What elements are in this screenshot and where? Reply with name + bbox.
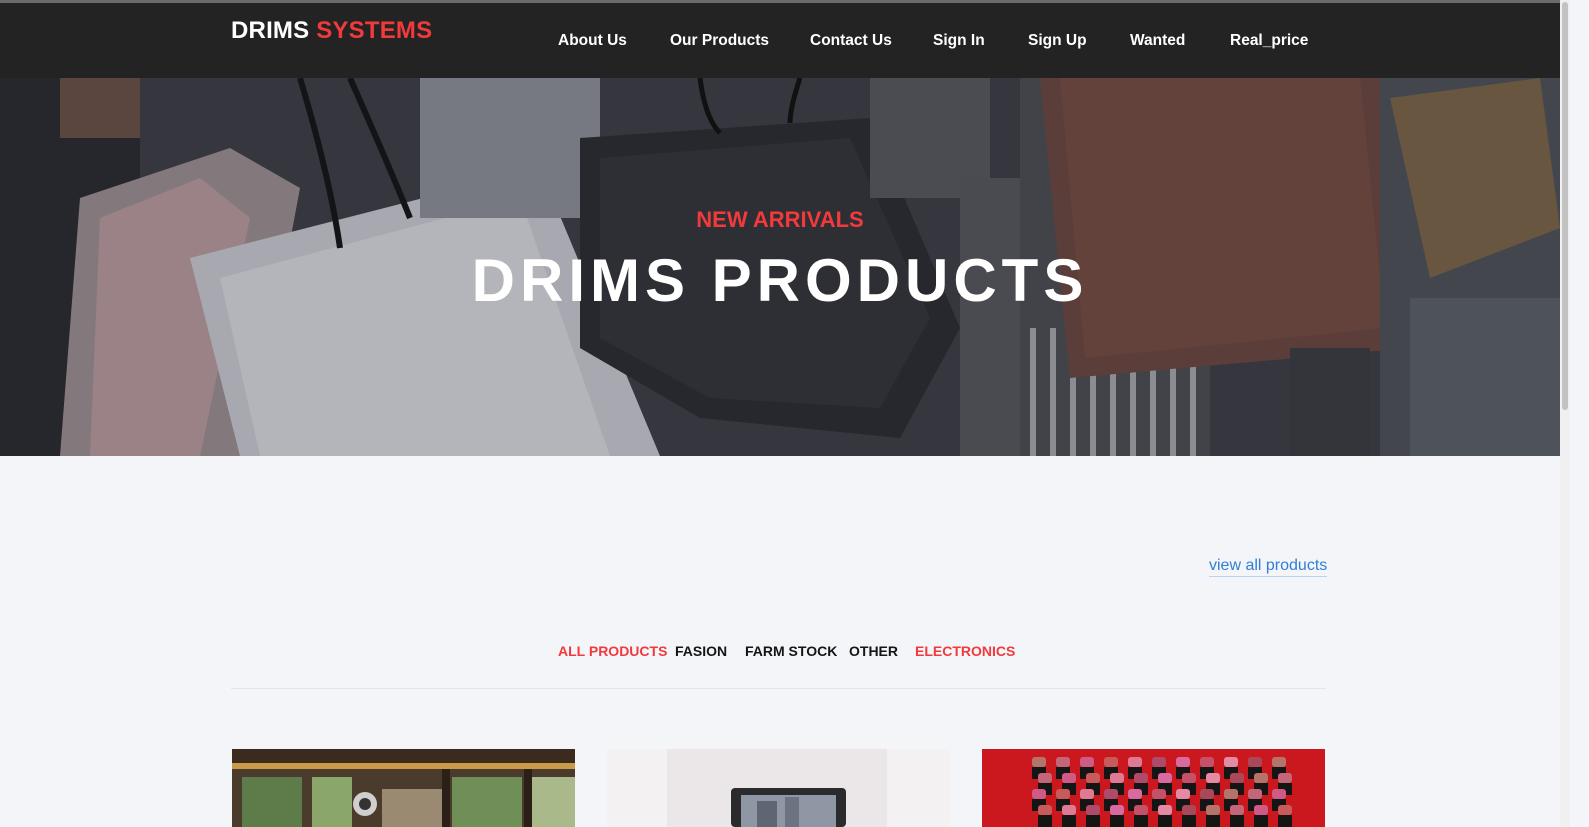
product-image: [607, 749, 950, 827]
product-card[interactable]: [232, 749, 575, 827]
hero-title: DRIMS PRODUCTS: [471, 247, 1089, 314]
brand-logo[interactable]: DRIMS SYSTEMS: [231, 17, 432, 45]
nav-sign-in[interactable]: Sign In: [933, 32, 985, 50]
section-divider: [231, 688, 1326, 689]
product-image: [982, 749, 1325, 827]
product-card[interactable]: [607, 749, 950, 827]
brand-logo-primary: DRIMS: [231, 17, 310, 44]
product-card[interactable]: [982, 749, 1325, 827]
nav-contact-us[interactable]: Contact Us: [810, 32, 892, 50]
nav-real-price[interactable]: Real_price: [1230, 32, 1308, 50]
top-navbar: DRIMS SYSTEMS About Us Our Products Cont…: [0, 3, 1560, 78]
hero-kicker: NEW ARRIVALS: [696, 207, 864, 232]
page-scrollbar-thumb[interactable]: [1562, 2, 1568, 410]
filter-farm-stock[interactable]: FARM STOCK: [745, 643, 837, 659]
nav-wanted[interactable]: Wanted: [1130, 32, 1185, 50]
view-all-products-link[interactable]: view all products: [1209, 557, 1328, 577]
brand-logo-accent: SYSTEMS: [316, 17, 433, 44]
nav-our-products[interactable]: Our Products: [670, 32, 769, 50]
filter-fasion[interactable]: FASION: [675, 643, 727, 659]
filter-other[interactable]: OTHER: [849, 643, 898, 659]
filter-electronics[interactable]: ELECTRONICS: [915, 643, 1015, 659]
nav-sign-up[interactable]: Sign Up: [1028, 32, 1087, 50]
nav-about-us[interactable]: About Us: [558, 32, 627, 50]
filter-all-products[interactable]: ALL PRODUCTS: [558, 643, 667, 659]
hero-banner: NEW ARRIVALS DRIMS PRODUCTS: [0, 78, 1560, 456]
product-image: [232, 749, 575, 827]
